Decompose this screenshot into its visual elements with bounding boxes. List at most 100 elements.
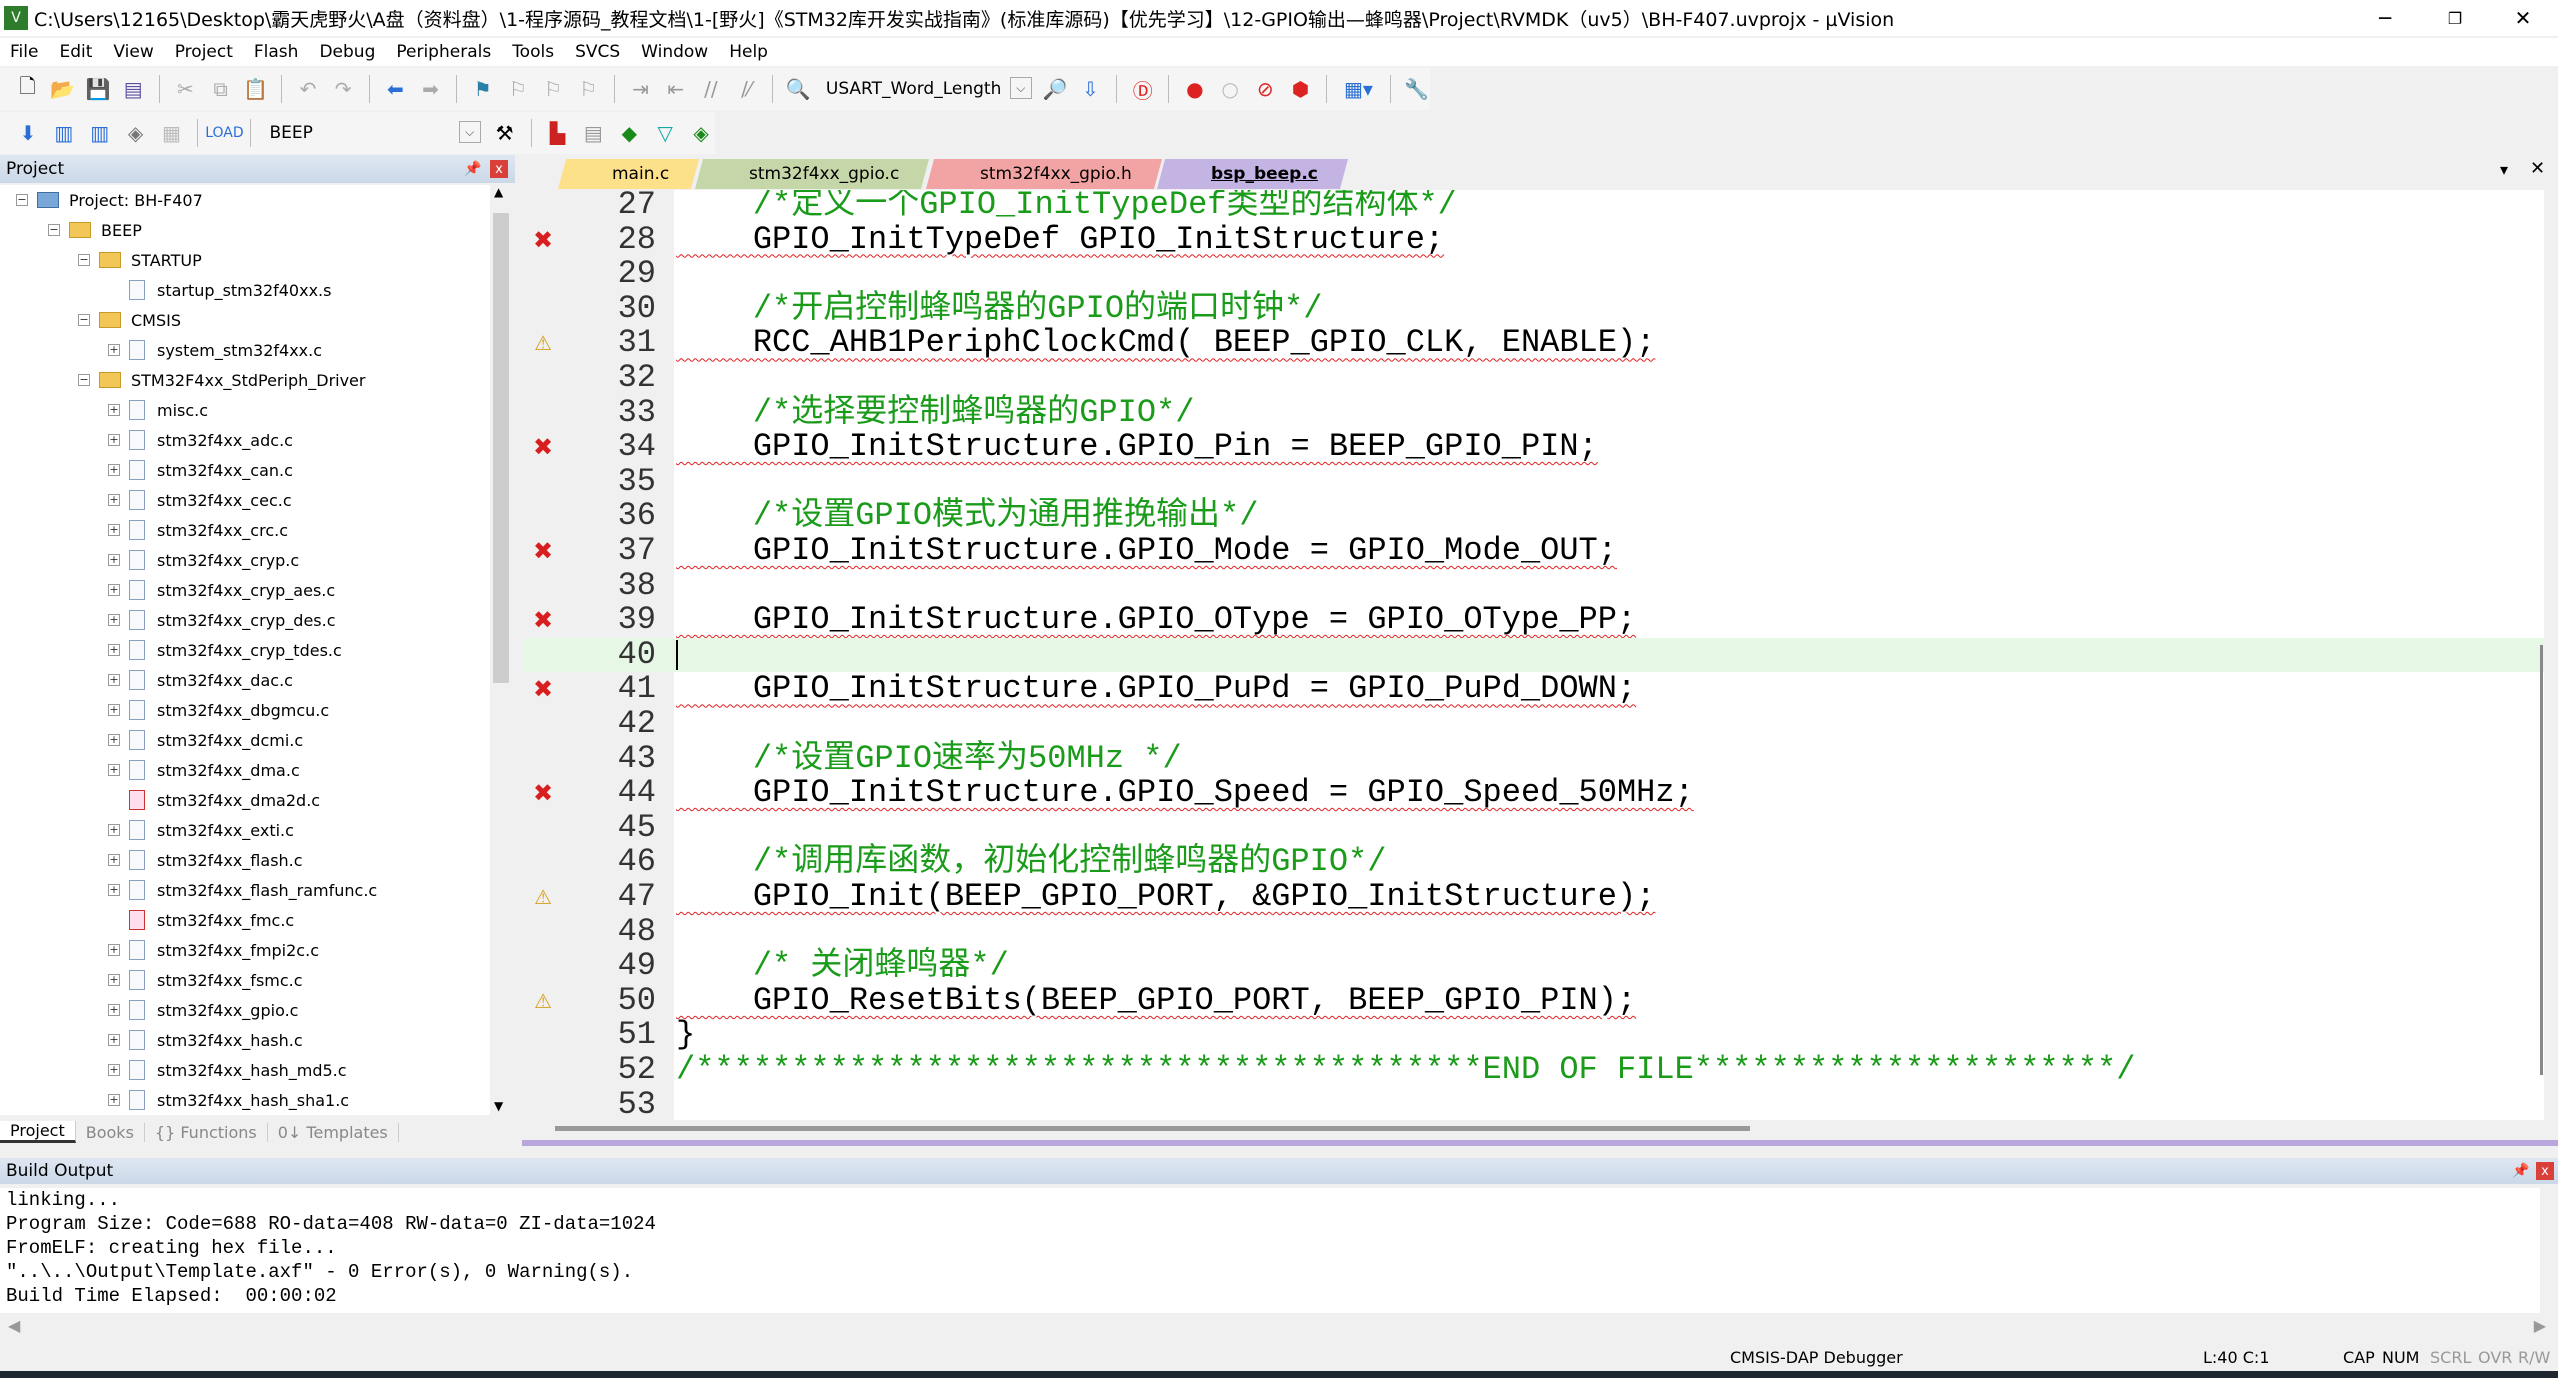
- menu-project[interactable]: Project: [175, 42, 233, 62]
- editor-vertical-scrollbar[interactable]: [2540, 645, 2543, 1075]
- expand-toggle-icon[interactable]: +: [108, 344, 120, 356]
- code-line[interactable]: 43 /*设置GPIO速率为50MHz */: [524, 741, 2544, 777]
- code-line[interactable]: ✖ 34 GPIO_InitStructure.GPIO_Pin = BEEP_G…: [524, 430, 2544, 465]
- tree-item[interactable]: + stm32f4xx_can.c: [108, 455, 293, 485]
- target-options-icon[interactable]: ⚒: [491, 119, 519, 147]
- expand-toggle-icon[interactable]: +: [108, 554, 120, 566]
- rebuild-icon[interactable]: ▥: [86, 119, 114, 147]
- code-line[interactable]: 51}: [524, 1018, 2544, 1053]
- find-icon[interactable]: 🔎: [1042, 75, 1069, 103]
- tree-item[interactable]: stm32f4xx_dma2d.c: [108, 785, 320, 815]
- code-line[interactable]: ✖ 37 GPIO_InitStructure.GPIO_Mode = GPIO_…: [524, 533, 2544, 569]
- expand-toggle-icon[interactable]: −: [78, 374, 90, 386]
- close-build-output-button[interactable]: x: [2536, 1162, 2554, 1180]
- tree-item[interactable]: + stm32f4xx_hash.c: [108, 1025, 303, 1055]
- panel-tab[interactable]: Project: [0, 1121, 76, 1143]
- disable-all-breakpoints-icon[interactable]: ⊘: [1252, 75, 1279, 103]
- disable-breakpoint-icon[interactable]: ○: [1217, 75, 1244, 103]
- code-line[interactable]: ⚠ 47 GPIO_Init(BEEP_GPIO_PORT, &GPIO_Init…: [524, 879, 2544, 915]
- pin-icon[interactable]: 📌: [2512, 1163, 2529, 1179]
- tree-item[interactable]: + stm32f4xx_cryp_aes.c: [108, 575, 335, 605]
- tree-item[interactable]: − CMSIS: [78, 305, 181, 335]
- code-line[interactable]: 52 /*************************************…: [524, 1052, 2544, 1088]
- new-file-icon[interactable]: 🗋: [14, 74, 41, 103]
- tree-item[interactable]: + stm32f4xx_cryp.c: [108, 545, 299, 575]
- panel-tab[interactable]: 0↓ Templates: [268, 1122, 399, 1142]
- editor-tab[interactable]: stm32f4xx_gpio.h: [925, 159, 1162, 189]
- stop-build-icon[interactable]: ▦: [158, 119, 186, 147]
- kill-all-breakpoints-icon[interactable]: ⬢: [1287, 75, 1314, 103]
- close-panel-button[interactable]: x: [490, 160, 508, 178]
- tree-item[interactable]: − BEEP: [48, 215, 142, 245]
- redo-icon[interactable]: ↷: [330, 75, 357, 103]
- code-line[interactable]: ✖ 44 GPIO_InitStructure.GPIO_Speed = GPIO…: [524, 776, 2544, 811]
- target-combo[interactable]: BEEP ⌵: [263, 118, 482, 148]
- code-line[interactable]: 38: [524, 568, 2544, 604]
- debug-session-icon[interactable]: Ⓓ: [1129, 75, 1156, 103]
- code-line[interactable]: 45: [524, 810, 2544, 846]
- undo-icon[interactable]: ↶: [294, 75, 321, 103]
- select-software-packs-icon[interactable]: ▽: [651, 119, 679, 147]
- close-button[interactable]: ✕: [2488, 0, 2558, 36]
- menu-edit[interactable]: Edit: [59, 42, 92, 62]
- pack-installer-icon[interactable]: ◆: [615, 119, 643, 147]
- code-line[interactable]: ✖ 28 GPIO_InitTypeDef GPIO_InitStructure;: [524, 222, 2544, 258]
- menu-window[interactable]: Window: [641, 42, 708, 62]
- pin-icon[interactable]: 📌: [464, 161, 481, 177]
- copy-icon[interactable]: ⧉: [207, 75, 234, 103]
- scroll-up-arrow-icon[interactable]: ▲: [494, 185, 503, 199]
- find-combo[interactable]: USART_Word_Length ⌵: [820, 74, 1034, 104]
- tree-item[interactable]: + stm32f4xx_fsmc.c: [108, 965, 303, 995]
- code-line[interactable]: ⚠ 31 RCC_AHB1PeriphClockCmd( BEEP_GPIO_CL…: [524, 326, 2544, 361]
- code-line[interactable]: 42: [524, 706, 2544, 742]
- paste-icon[interactable]: 📋: [242, 75, 269, 103]
- menu-tools[interactable]: Tools: [512, 42, 554, 62]
- open-icon[interactable]: 📂: [49, 75, 76, 103]
- code-line[interactable]: 36 /*设置GPIO模式为通用推挽输出*/: [524, 499, 2544, 534]
- save-icon[interactable]: 💾: [84, 75, 111, 103]
- expand-toggle-icon[interactable]: +: [108, 944, 120, 956]
- code-line[interactable]: 33 /*选择要控制蜂鸣器的GPIO*/: [524, 395, 2544, 431]
- expand-toggle-icon[interactable]: +: [108, 1094, 120, 1106]
- tree-item[interactable]: + system_stm32f4xx.c: [108, 335, 322, 365]
- window-layout-icon[interactable]: ▦▾: [1339, 75, 1378, 103]
- expand-toggle-icon[interactable]: +: [108, 614, 120, 626]
- panel-tab[interactable]: Books: [76, 1122, 145, 1142]
- expand-toggle-icon[interactable]: +: [108, 824, 120, 836]
- code-editor[interactable]: 27 /*定义一个GPIO_InitTypeDef类型的结构体*/✖ 28 GPI…: [524, 190, 2544, 1120]
- code-line[interactable]: 40: [524, 637, 2544, 673]
- clear-bookmarks-icon[interactable]: ⚐: [575, 75, 602, 103]
- tree-item[interactable]: + stm32f4xx_flash.c: [108, 845, 303, 875]
- tree-item[interactable]: + stm32f4xx_hash_sha1.c: [108, 1085, 349, 1115]
- tree-item[interactable]: − Project: BH-F407: [16, 185, 203, 215]
- expand-toggle-icon[interactable]: +: [108, 644, 120, 656]
- expand-toggle-icon[interactable]: −: [78, 314, 90, 326]
- tree-item[interactable]: + stm32f4xx_dma.c: [108, 755, 300, 785]
- code-line[interactable]: 29: [524, 257, 2544, 292]
- tree-item[interactable]: + stm32f4xx_exti.c: [108, 815, 294, 845]
- nav-back-icon[interactable]: ⬅: [382, 75, 409, 103]
- save-all-icon[interactable]: ▤: [120, 75, 147, 103]
- download-icon[interactable]: LOAD: [205, 119, 243, 147]
- menu-view[interactable]: View: [113, 42, 153, 62]
- scroll-down-arrow-icon[interactable]: ▼: [494, 1099, 503, 1113]
- minimize-button[interactable]: ─: [2350, 0, 2420, 36]
- scrollbar-thumb[interactable]: [493, 213, 509, 683]
- tree-item[interactable]: + stm32f4xx_cryp_des.c: [108, 605, 336, 635]
- cut-icon[interactable]: ✂: [172, 75, 199, 103]
- code-line[interactable]: 49 /* 关闭蜂鸣器*/: [524, 949, 2544, 984]
- code-line[interactable]: ✖ 41 GPIO_InitStructure.GPIO_PuPd = GPIO_…: [524, 672, 2544, 707]
- project-tree-scrollbar[interactable]: ▲ ▼: [490, 185, 512, 1115]
- scroll-left-icon[interactable]: ◀: [8, 1316, 20, 1335]
- build-output-scrollbar[interactable]: ◀ ▶: [0, 1315, 2558, 1337]
- scroll-right-icon[interactable]: ▶: [2534, 1316, 2546, 1335]
- menu-peripherals[interactable]: Peripherals: [396, 42, 491, 62]
- close-tab-icon[interactable]: ✕: [2530, 158, 2545, 179]
- code-line[interactable]: 30 /*开启控制蜂鸣器的GPIO的端口时钟*/: [524, 291, 2544, 327]
- tree-item[interactable]: + stm32f4xx_cec.c: [108, 485, 292, 515]
- configure-icon[interactable]: 🔧: [1403, 75, 1430, 103]
- editor-tab[interactable]: bsp_beep.c: [1157, 159, 1349, 189]
- menu-file[interactable]: File: [10, 42, 38, 62]
- batch-build-icon[interactable]: ◈: [122, 119, 150, 147]
- manage-components-icon[interactable]: ▙: [544, 119, 572, 147]
